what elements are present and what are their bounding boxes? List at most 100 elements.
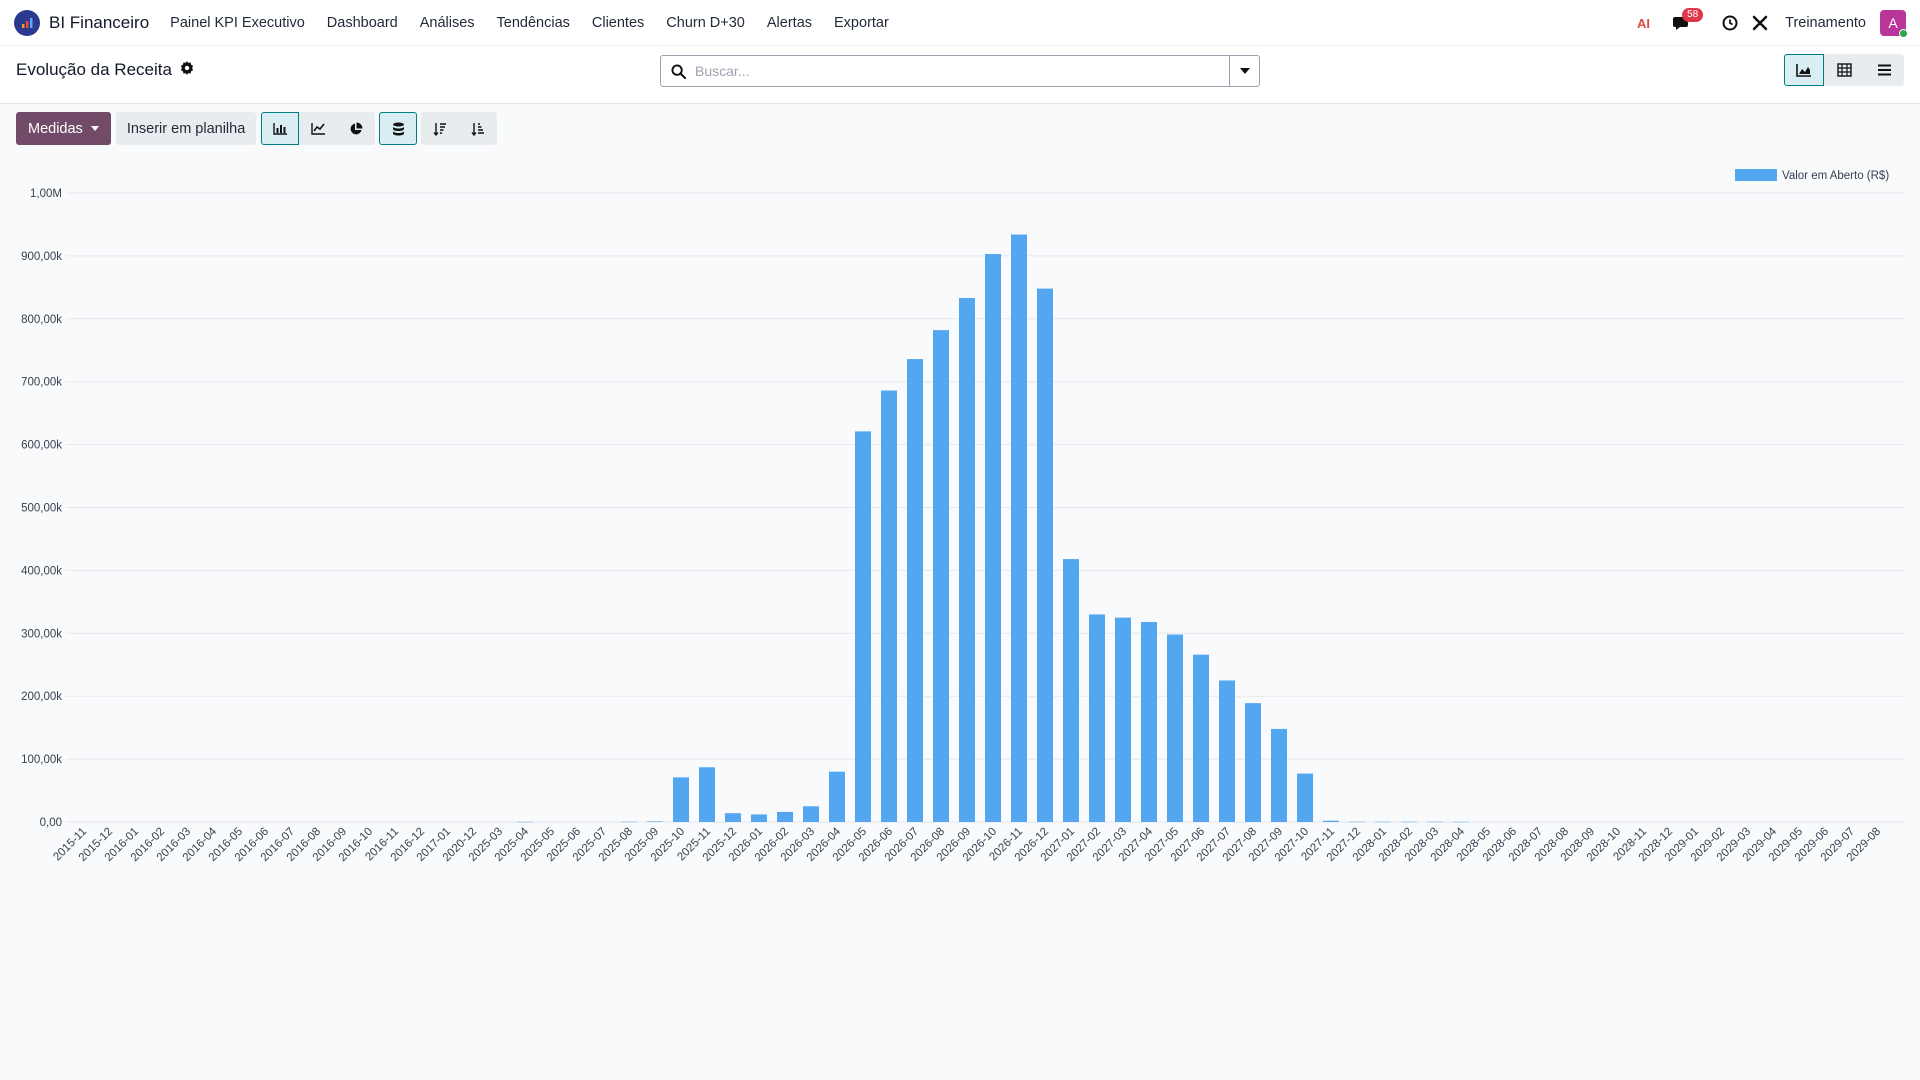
sort-descending-button[interactable] (421, 112, 460, 145)
bar-2026-06[interactable] (881, 390, 897, 822)
bar-2025-12[interactable] (725, 813, 741, 822)
user-avatar[interactable]: A (1880, 9, 1908, 38)
view-switcher (1784, 54, 1904, 86)
y-tick-label: 200,00k (21, 691, 62, 703)
top-navbar: BI Financeiro Painel KPI Executivo Dashb… (0, 0, 1920, 46)
line-chart-button[interactable] (299, 112, 338, 145)
insert-in-spreadsheet-button[interactable]: Inserir em planilha (115, 112, 257, 145)
tools-icon[interactable] (1745, 8, 1775, 38)
app-brand[interactable]: BI Financeiro (49, 13, 149, 33)
bar-2026-05[interactable] (855, 431, 871, 822)
line-chart-icon (311, 123, 325, 135)
area-chart-icon (1796, 64, 1811, 77)
search-input[interactable] (695, 56, 1229, 86)
control-panel: Evolução da Receita (0, 46, 1920, 104)
bar-chart-icon (273, 123, 287, 135)
menu-item-exportar[interactable]: Exportar (834, 15, 889, 31)
bar-2028-02[interactable] (1401, 821, 1417, 823)
bar-2025-09[interactable] (647, 821, 663, 822)
bar-2027-12[interactable] (1349, 821, 1365, 823)
search-options-toggle[interactable] (1229, 56, 1259, 86)
legend-label: Valor em Aberto (R$) (1782, 170, 1889, 182)
bar-2028-01[interactable] (1375, 821, 1391, 823)
y-tick-label: 900,00k (21, 251, 62, 263)
menu-item-alertas[interactable]: Alertas (767, 15, 812, 31)
user-name[interactable]: Treinamento (1785, 15, 1866, 31)
bar-2027-07[interactable] (1219, 680, 1235, 822)
menu-item-dashboard[interactable]: Dashboard (327, 15, 398, 31)
bar-2026-10[interactable] (985, 254, 1001, 822)
bar-2027-09[interactable] (1271, 728, 1287, 822)
avatar-letter: A (1888, 14, 1898, 31)
sort-group (421, 112, 498, 145)
bar-2026-04[interactable] (829, 771, 845, 822)
y-tick-label: 0,00 (40, 817, 62, 829)
bar-2027-08[interactable] (1245, 703, 1261, 822)
menu-item-clientes[interactable]: Clientes (592, 15, 644, 31)
menu-item-tendencias[interactable]: Tendências (497, 15, 570, 31)
bar-2025-10[interactable] (673, 777, 689, 822)
measures-label: Medidas (28, 120, 83, 137)
chart-legend[interactable]: Valor em Aberto (R$) (1735, 169, 1889, 182)
view-list-button[interactable] (1864, 54, 1904, 86)
gear-icon[interactable] (180, 60, 194, 80)
view-pivot-button[interactable] (1824, 54, 1864, 86)
bar-2026-12[interactable] (1037, 288, 1053, 822)
sort-ascending-icon (471, 122, 485, 136)
bar-2027-03[interactable] (1115, 617, 1131, 822)
search-icon (661, 63, 695, 79)
y-tick-label: 700,00k (21, 377, 62, 389)
bar-2028-03[interactable] (1427, 821, 1443, 823)
table-icon (1836, 63, 1852, 77)
sort-descending-icon (433, 122, 447, 136)
bar-2026-08[interactable] (933, 330, 949, 822)
ai-label: AI (1637, 16, 1650, 31)
bar-2028-04[interactable] (1453, 821, 1469, 823)
bar-2027-05[interactable] (1167, 634, 1183, 822)
bar-2026-03[interactable] (803, 806, 819, 822)
app-logo-icon[interactable] (14, 9, 40, 36)
graph-toolbar: Medidas Inserir em planilha (16, 112, 501, 145)
bar-2026-02[interactable] (777, 811, 793, 822)
page-title-text: Evolução da Receita (16, 60, 172, 79)
messages-badge: 58 (1682, 7, 1704, 22)
bar-2027-02[interactable] (1089, 614, 1105, 822)
bar-2025-08[interactable] (621, 821, 637, 823)
pie-chart-icon (350, 122, 363, 134)
legend-swatch (1735, 169, 1777, 181)
graph-view-content: 0,00 100,00k 200,00k 300,00k 400,00k 500,00k 6… (0, 104, 1920, 1080)
database-stack-icon (392, 122, 404, 135)
bar-2026-01[interactable] (751, 814, 767, 822)
y-tick-label: 300,00k (21, 628, 62, 640)
list-icon (1877, 64, 1891, 76)
bar-2025-11[interactable] (699, 767, 715, 822)
bar-2027-11[interactable] (1323, 820, 1339, 822)
bar-2027-01[interactable] (1063, 559, 1079, 822)
ai-icon[interactable]: AI (1631, 8, 1661, 38)
bar-2025-04[interactable] (517, 821, 533, 823)
measures-dropdown-button[interactable]: Medidas (16, 112, 111, 145)
y-tick-label: 400,00k (21, 565, 62, 577)
clock-icon[interactable] (1715, 8, 1745, 38)
bar-2027-04[interactable] (1141, 621, 1157, 822)
bar-2026-11[interactable] (1011, 234, 1027, 822)
menu-item-analises[interactable]: Análises (420, 15, 475, 31)
bar-2026-07[interactable] (907, 359, 923, 822)
view-graph-button[interactable] (1784, 54, 1824, 86)
menu-item-painel-kpi[interactable]: Painel KPI Executivo (170, 15, 305, 31)
page-title: Evolução da Receita (16, 60, 194, 80)
sort-ascending-button[interactable] (459, 112, 498, 145)
stacked-toggle-button[interactable] (379, 112, 418, 145)
menu-item-churn[interactable]: Churn D+30 (666, 15, 745, 31)
bar-2027-10[interactable] (1297, 773, 1313, 822)
y-tick-label: 600,00k (21, 440, 62, 452)
bar-chart-button[interactable] (261, 112, 300, 145)
pie-chart-button[interactable] (337, 112, 376, 145)
revenue-bar-chart: 0,00 100,00k 200,00k 300,00k 400,00k 500,00k 6… (21, 169, 1905, 864)
bar-2026-09[interactable] (959, 298, 975, 823)
chart-type-group (261, 112, 376, 145)
y-tick-label: 500,00k (21, 503, 62, 515)
bar-2027-06[interactable] (1193, 654, 1209, 822)
messages-icon[interactable]: 58 (1667, 7, 1704, 38)
caret-down-icon (90, 126, 99, 131)
